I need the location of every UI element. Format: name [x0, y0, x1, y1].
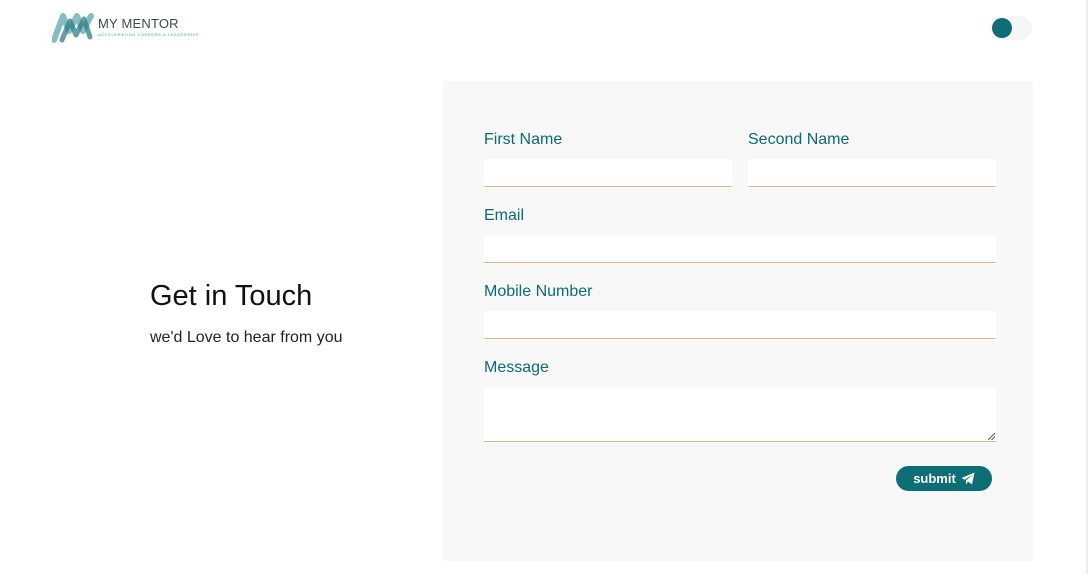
mm-brush-logo-icon: [52, 13, 94, 43]
logo-tagline: ACCELERATING CAREERS & LEADERSHIP: [98, 32, 200, 37]
second-name-input[interactable]: [748, 159, 996, 187]
submit-button[interactable]: submit: [896, 466, 992, 491]
toggle-switch-icon: [992, 18, 1012, 38]
message-field: [484, 387, 996, 442]
first-name-label: First Name: [484, 131, 563, 148]
resize-grip-icon[interactable]: [987, 432, 995, 440]
page-title: Get in Touch: [150, 280, 313, 312]
theme-toggle[interactable]: [990, 16, 1032, 40]
submit-label: submit: [913, 471, 956, 486]
mobile-number-input[interactable]: [484, 311, 996, 339]
contact-form: First Name Second Name Email Mobile Numb…: [443, 81, 1033, 561]
brand-logo[interactable]: MY MENTOR ACCELERATING CAREERS & LEADERS…: [52, 13, 199, 43]
message-label: Message: [484, 359, 549, 376]
message-textarea[interactable]: [484, 387, 996, 442]
paper-plane-icon: [961, 472, 975, 485]
page-subtitle: we'd Love to hear from you: [150, 329, 343, 346]
email-input[interactable]: [484, 235, 996, 263]
logo-title: MY MENTOR: [98, 16, 179, 31]
email-label: Email: [484, 207, 525, 224]
first-name-input[interactable]: [484, 159, 732, 187]
mobile-number-label: Mobile Number: [484, 283, 593, 300]
second-name-label: Second Name: [748, 131, 850, 148]
